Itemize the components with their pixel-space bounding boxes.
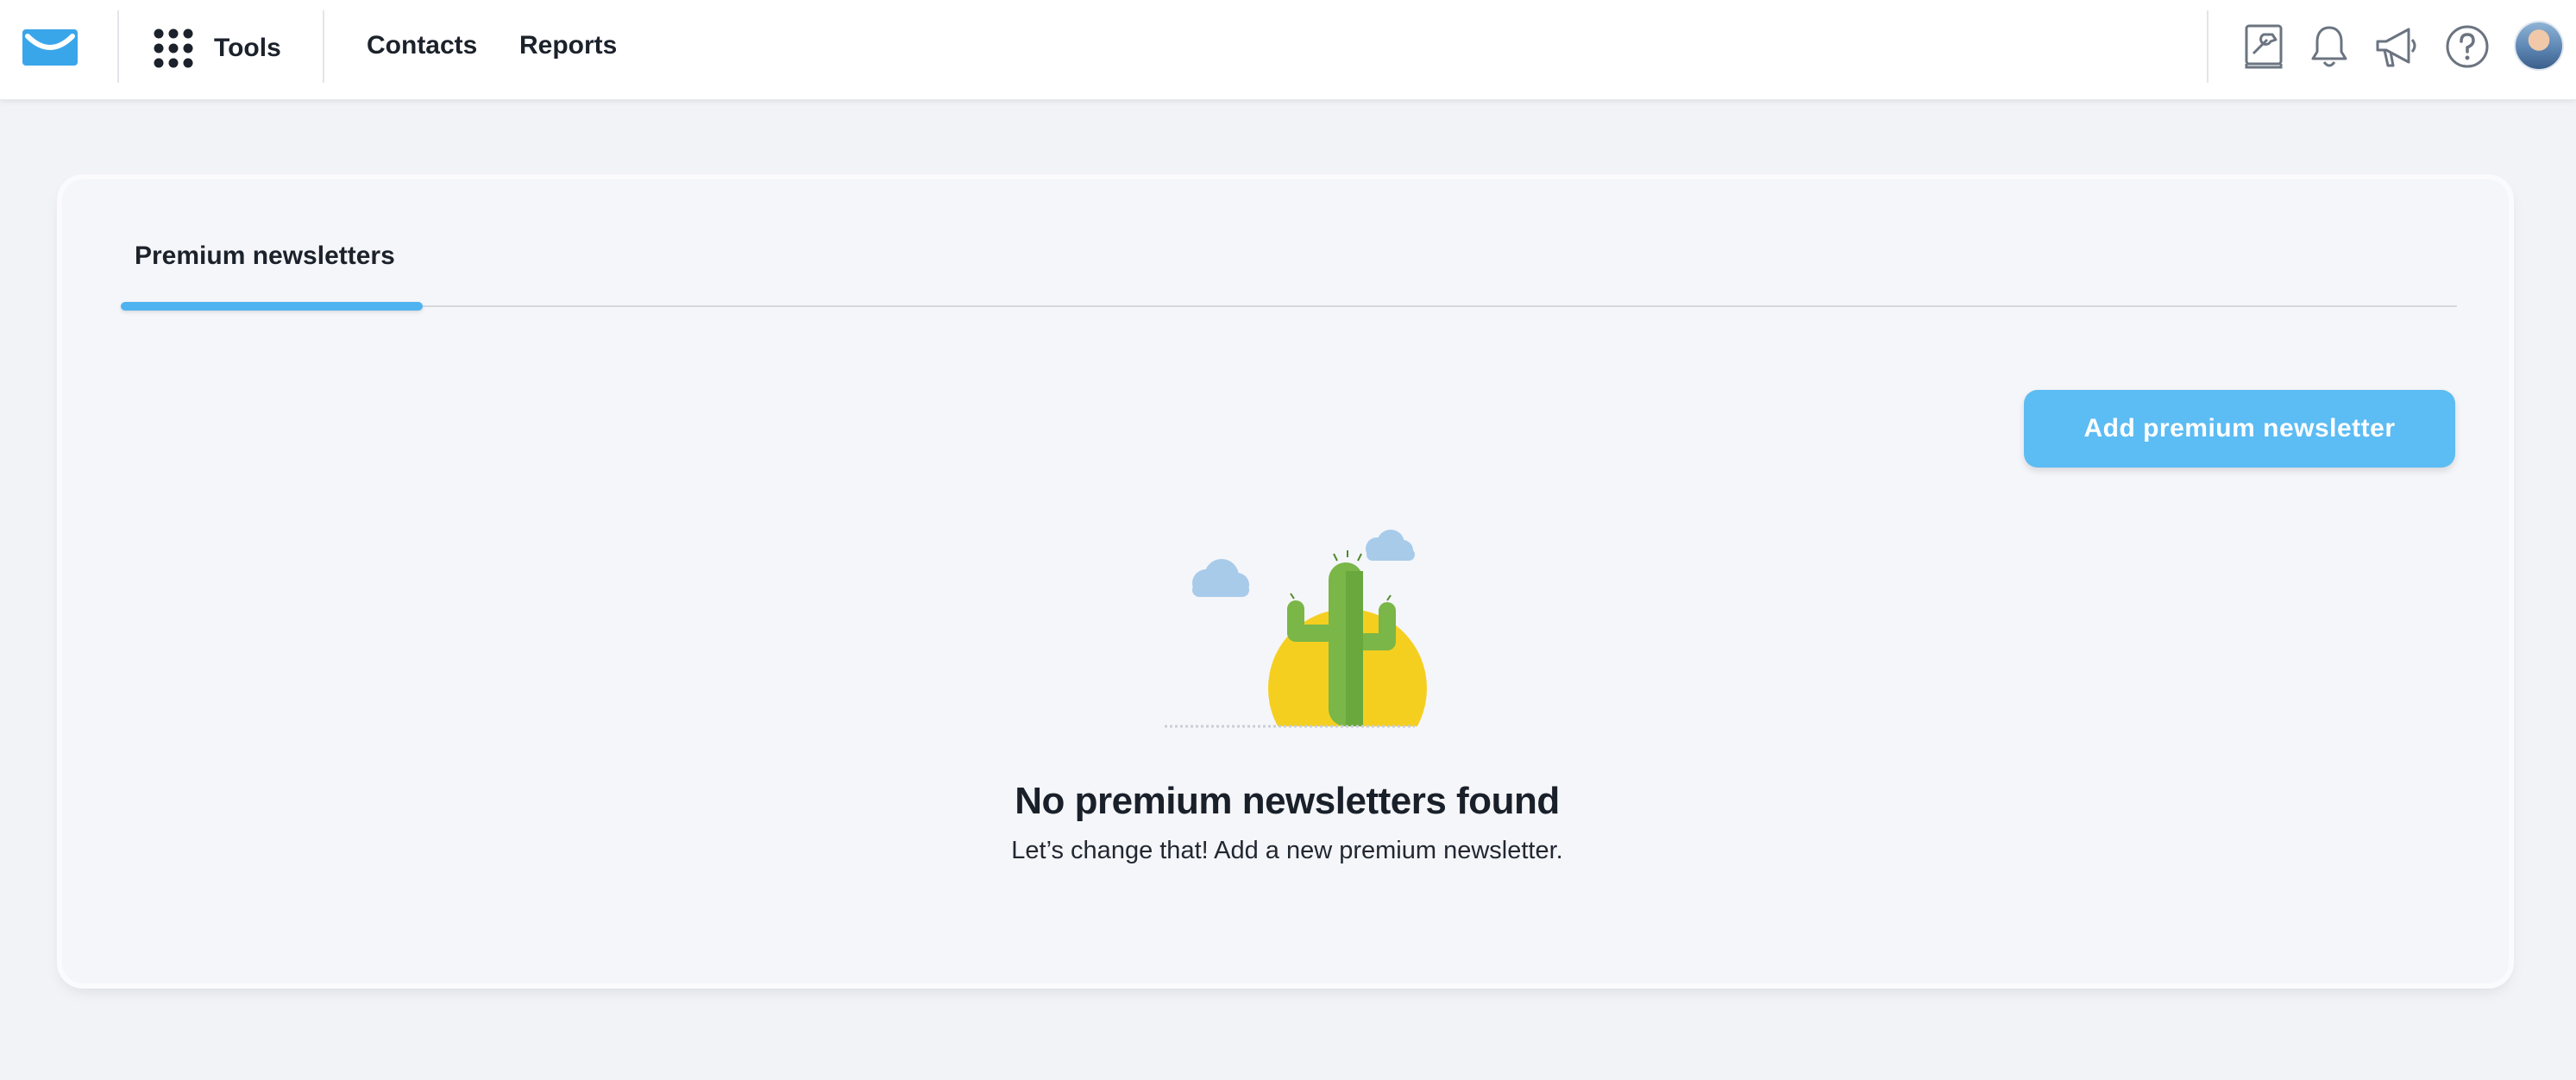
bell-icon[interactable] (2305, 22, 2353, 71)
megaphone-icon[interactable] (2372, 22, 2421, 71)
premium-newsletters-panel: Premium newsletters Add premium newslett… (62, 179, 2509, 983)
tools-menu-button[interactable]: Tools (152, 24, 281, 72)
tab-bar-divider (121, 305, 2457, 307)
tools-label: Tools (214, 34, 281, 62)
integrations-icon[interactable] (2240, 22, 2288, 71)
cactus-sun-illustration (1165, 530, 1427, 728)
empty-state-subtitle: Let’s change that! Add a new premium new… (1011, 837, 1563, 864)
empty-state-title: No premium newsletters found (1015, 780, 1560, 822)
active-tab-indicator (121, 302, 423, 311)
nav-reports[interactable]: Reports (519, 31, 617, 60)
header-divider (117, 10, 119, 83)
top-bar: Tools Contacts Reports (0, 0, 2576, 100)
header-divider (323, 10, 324, 83)
add-premium-newsletter-button[interactable]: Add premium newsletter (2024, 390, 2455, 468)
help-icon[interactable] (2443, 22, 2491, 71)
envelope-logo-icon[interactable] (22, 29, 78, 66)
apps-grid-icon (154, 28, 193, 68)
tab-premium-newsletters[interactable]: Premium newsletters (135, 242, 395, 271)
nav-contacts[interactable]: Contacts (367, 31, 477, 60)
header-divider (2207, 10, 2208, 83)
avatar[interactable] (2516, 22, 2562, 69)
